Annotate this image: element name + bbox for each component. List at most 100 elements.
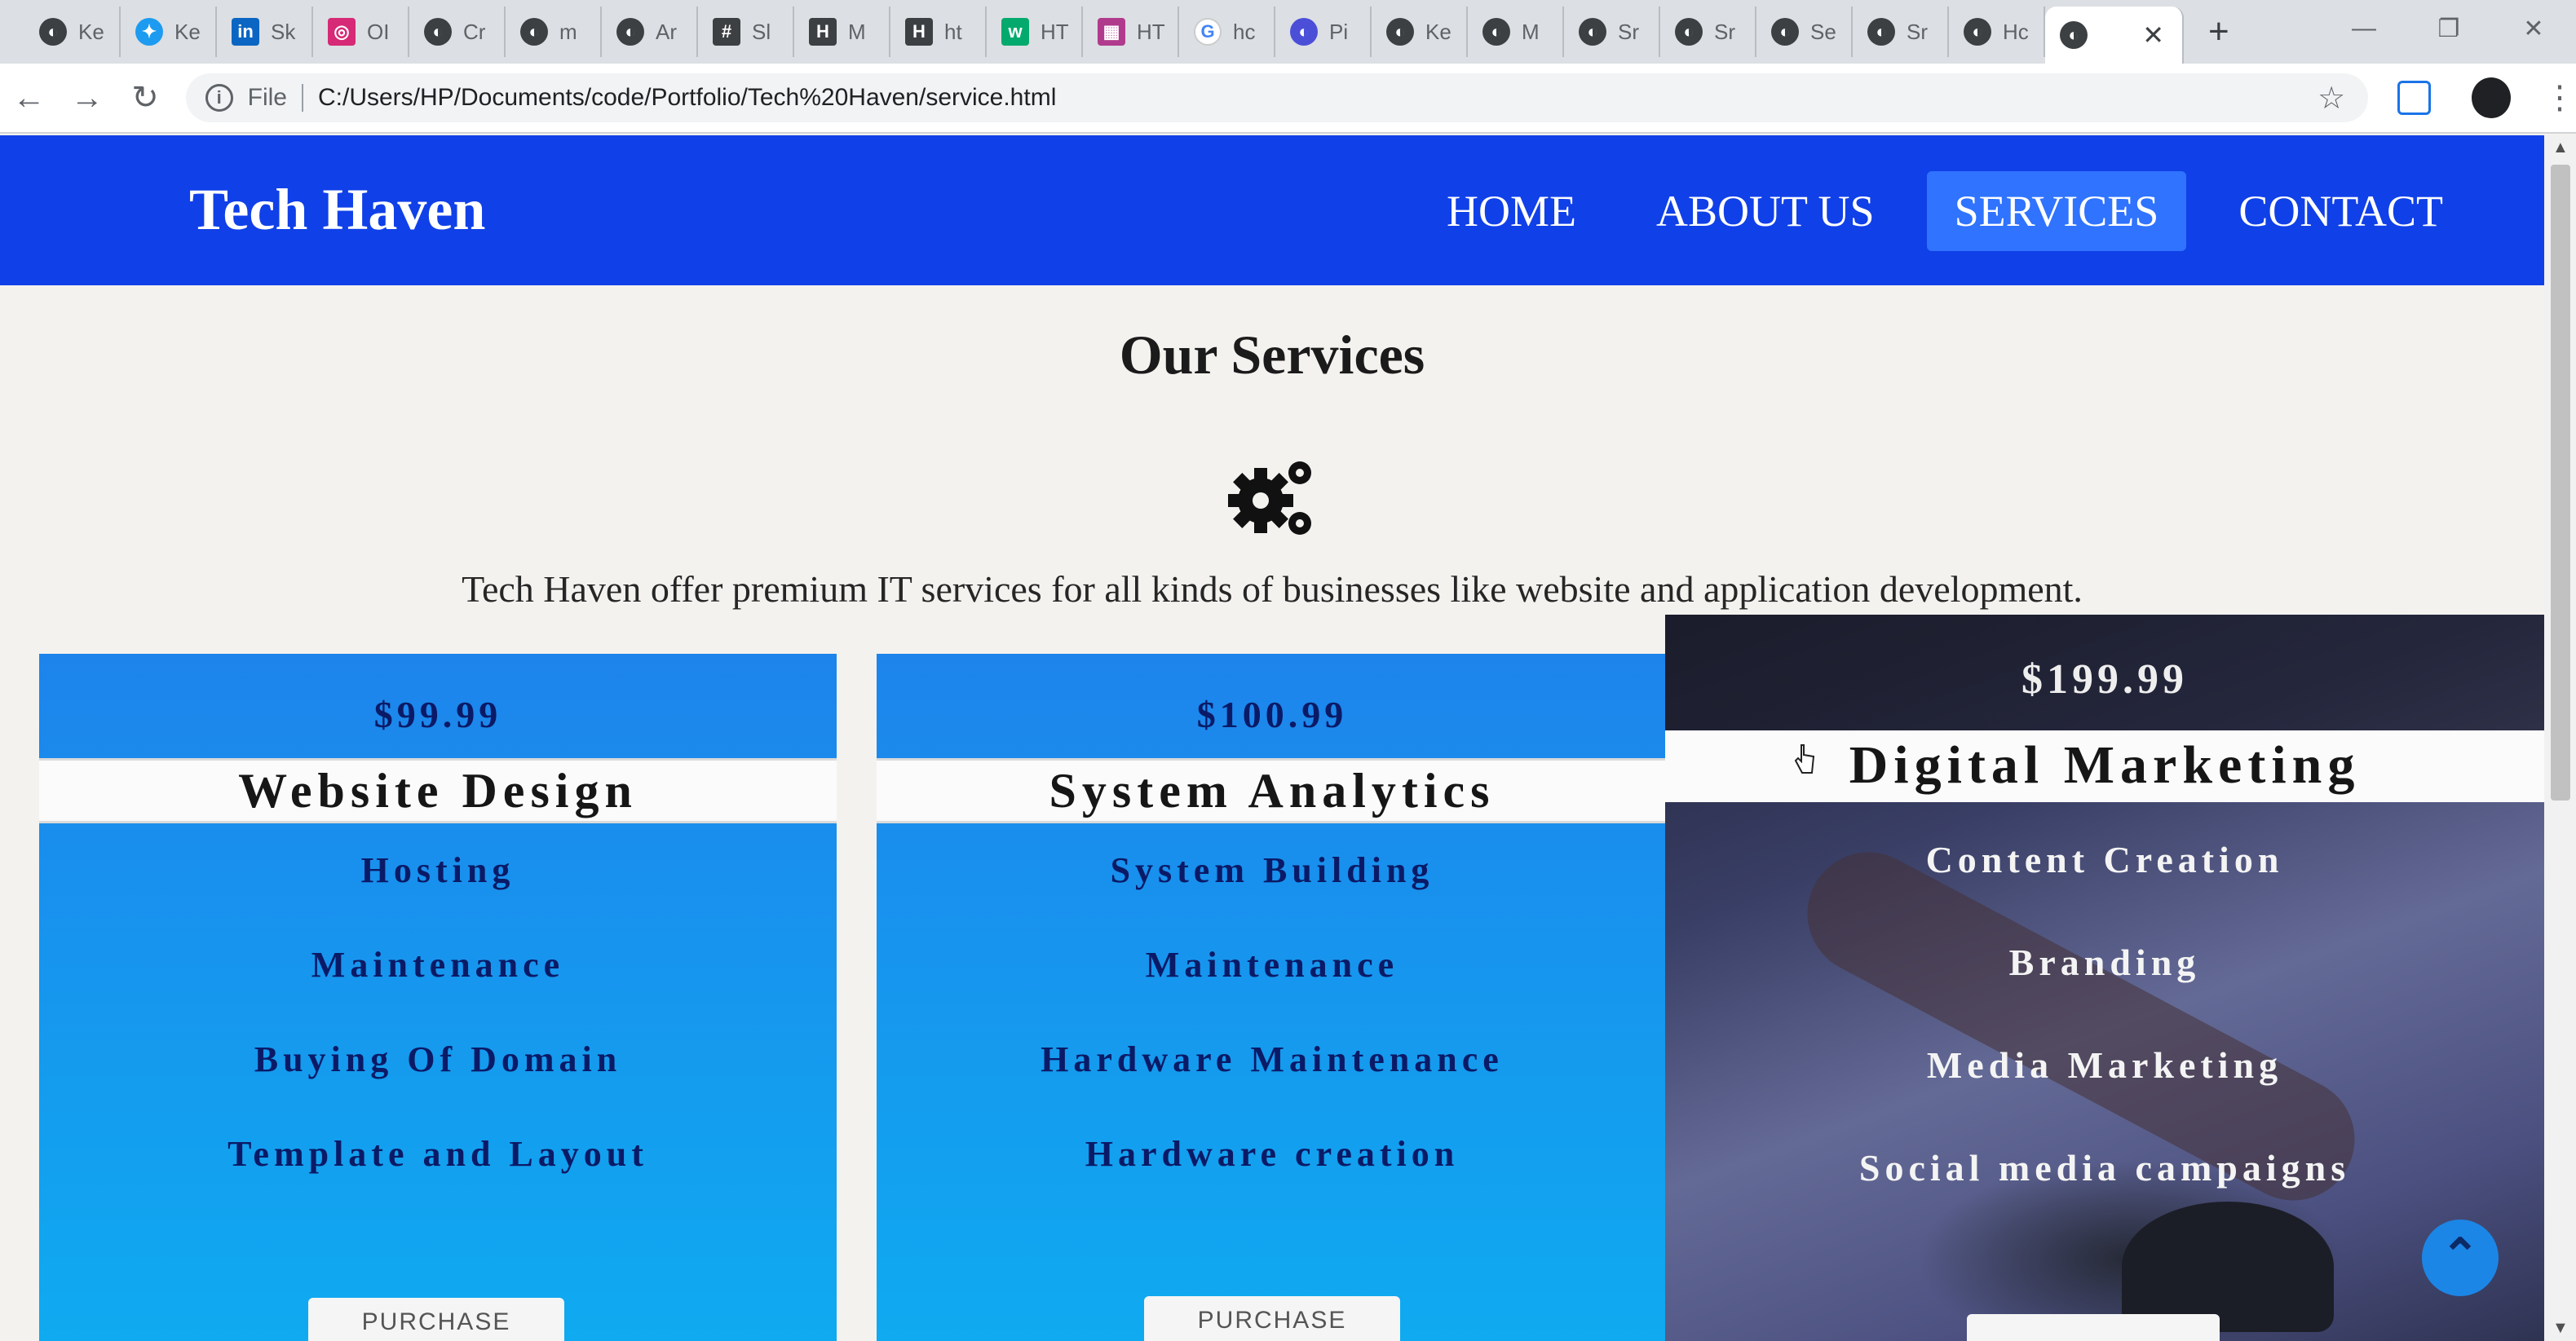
close-window-icon[interactable]: ✕ [2491,15,2576,43]
purchase-button[interactable]: PURCHASE [308,1298,564,1341]
list-item: Template and Layout [228,1134,648,1174]
browser-menu-icon[interactable]: ⋮ [2543,79,2576,117]
list-item: System Building [1110,850,1434,890]
minimize-icon[interactable]: — [2322,15,2406,42]
forward-arrow-icon[interactable]: → [58,80,116,117]
browser-toolbar: ← → ↻ i File C:/Users/HP/Documents/code/… [0,64,2576,134]
card-feature-list: Hosting Maintenance Buying Of Domain Tem… [39,823,837,1202]
address-bar[interactable]: i File C:/Users/HP/Documents/code/Portfo… [185,73,2369,122]
globe-icon: ◐ [1964,18,1991,46]
list-item: Maintenance [311,945,565,985]
browser-tab[interactable]: ◐ Hc [1949,7,2045,57]
scroll-down-arrow-icon[interactable]: ▼ [2552,1319,2569,1338]
browser-tab[interactable]: ◐ m [506,7,602,57]
browser-tab[interactable]: ◐ M [1468,7,1564,57]
browser-tab[interactable]: # Sl [698,7,794,57]
address-url[interactable]: C:/Users/HP/Documents/code/Portfolio/Tec… [318,84,1056,112]
browser-tab[interactable]: ◐ Ke [1372,7,1468,57]
restore-icon[interactable]: ❐ [2406,15,2491,43]
hand-pointer-icon [1794,744,1815,774]
service-card-system-analytics: $100.99 System Analytics System Building… [877,654,1668,1341]
browser-tab[interactable]: ◐ Sr [1853,7,1949,57]
card-feature-list: System Building Maintenance Hardware Mai… [877,823,1668,1202]
window-controls: — ❐ ✕ [2322,0,2576,57]
list-item: Media Marketing [1926,1044,2283,1086]
globe-icon: ◐ [1579,18,1606,46]
site-navbar: Tech Haven HOME ABOUT US SERVICES CONTAC… [0,135,2544,285]
browser-tab[interactable]: ◎ OI [313,7,409,57]
profile-avatar[interactable] [2471,77,2511,118]
globe-icon: ◐ [616,18,644,46]
scroll-to-top-button[interactable]: ⌃ [2422,1220,2499,1296]
card-price: $199.99 [2021,656,2188,703]
card-price: $99.99 [373,694,502,735]
list-item: Hardware Maintenance [1041,1039,1504,1079]
grid-icon: ▦ [1098,18,1125,46]
service-card-digital-marketing: $199.99 Digital Marketing Content Creati… [1665,615,2544,1341]
gears-icon [1228,461,1311,535]
browser-tab[interactable]: HM [794,7,890,57]
browser-tab[interactable]: Ghc [1179,7,1275,57]
browser-tab[interactable]: ◐ Pi [1275,7,1372,57]
browser-tab[interactable]: ◐ Se [1756,7,1853,57]
purchase-button[interactable]: PURCHASE [1144,1296,1400,1341]
card-title: System Analytics [877,758,1668,823]
hashnode-icon: H [809,18,837,46]
browser-tab[interactable]: ◐ Cr [409,7,506,57]
instagram-icon: ◎ [328,18,356,46]
list-item: Buying Of Domain [254,1039,622,1079]
globe-icon: ◐ [2060,21,2088,49]
page-viewport: Tech Haven HOME ABOUT US SERVICES CONTAC… [0,135,2544,1341]
nav-link-about[interactable]: ABOUT US [1628,171,1902,251]
globe-icon: ◐ [1482,18,1510,46]
globe-icon: ◐ [1675,18,1703,46]
new-tab-button[interactable]: + [2208,11,2229,52]
list-item: Hardware creation [1085,1134,1460,1174]
browser-tab[interactable]: ◐ Ke [24,7,121,57]
list-item: Hosting [360,850,515,890]
linkedin-icon: in [232,18,259,46]
list-item: Branding [2008,942,2201,983]
browser-tab-strip: ◐ Ke ✦ Ke in Sk ◎ OI ◐ Cr ◐ m ◐ Ar # Sl HM Hht w… [0,0,2576,64]
section-title: Our Services [1119,324,1425,386]
card-price: $100.99 [1196,694,1348,735]
browser-tab[interactable]: w HT [987,7,1083,57]
browser-tab[interactable]: ◐ Sr [1564,7,1660,57]
browser-tab[interactable]: Hht [890,7,987,57]
site-nav: HOME ABOUT US SERVICES CONTACT [1419,171,2471,251]
nav-link-services[interactable]: SERVICES [1926,171,2187,251]
back-arrow-icon[interactable]: ← [0,80,58,117]
page-scrollbar[interactable]: ▲ ▼ [2544,135,2576,1341]
close-tab-icon[interactable]: ✕ [2142,20,2164,51]
bookmark-star-icon[interactable]: ☆ [2318,80,2345,117]
chevron-up-icon: ⌃ [2441,1229,2480,1281]
reload-icon[interactable]: ↻ [116,79,174,117]
site-brand[interactable]: Tech Haven [189,176,485,244]
extension-icon[interactable] [2397,81,2431,115]
address-separator [302,84,303,112]
list-item: Maintenance [1145,945,1399,985]
twitter-icon: ✦ [135,18,163,46]
globe-icon: ◐ [1290,18,1318,46]
browser-tab-active[interactable]: ◐ ✕ [2045,7,2184,64]
nav-link-contact[interactable]: CONTACT [2211,171,2471,251]
nav-link-home[interactable]: HOME [1419,171,1604,251]
browser-tab[interactable]: ◐ Sr [1660,7,1756,57]
list-item: Social media campaigns [1858,1147,2351,1189]
browser-tab[interactable]: ✦ Ke [121,7,217,57]
card-feature-list: Content Creation Branding Media Marketin… [1665,802,2544,1220]
info-icon[interactable]: i [205,84,233,112]
scroll-up-arrow-icon[interactable]: ▲ [2552,139,2569,157]
globe-icon: ◐ [1386,18,1414,46]
scrollbar-thumb[interactable] [2551,165,2570,801]
browser-tab[interactable]: in Sk [217,7,313,57]
purchase-button[interactable] [1967,1314,2220,1341]
browser-tab[interactable]: ◐ Ar [602,7,698,57]
globe-icon: ◐ [424,18,452,46]
background-photo-cup [2122,1202,2334,1332]
services-intro: Tech Haven offer premium IT services for… [462,568,2083,610]
address-scheme: File [247,84,287,111]
globe-icon: ◐ [520,18,548,46]
google-icon: G [1194,18,1222,46]
browser-tab[interactable]: ▦ HT [1083,7,1179,57]
